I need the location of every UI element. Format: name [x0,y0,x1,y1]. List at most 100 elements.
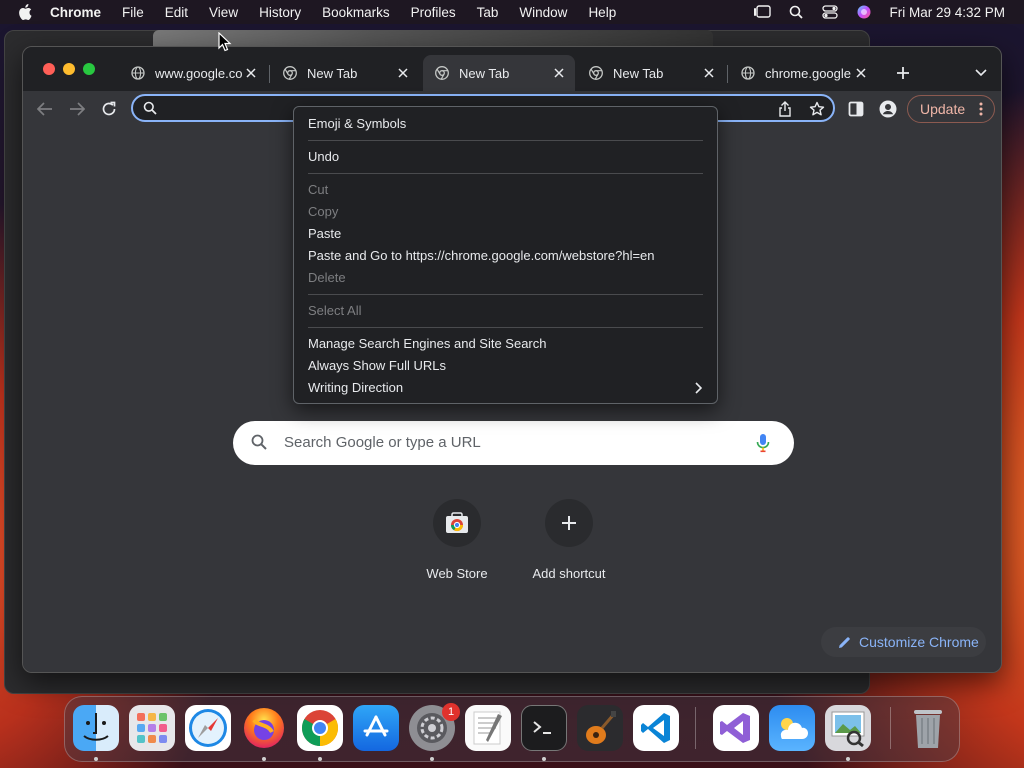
menu-tab[interactable]: Tab [477,5,499,20]
menubar-clock[interactable]: Fri Mar 29 4:32 PM [889,5,1005,20]
context-menu: Emoji & Symbols Undo Cut Copy Paste Past… [293,106,718,404]
web-store-icon [433,499,481,547]
tab-new-tab-active[interactable]: New Tab [423,55,575,91]
menu-history[interactable]: History [259,5,301,20]
firefox-icon[interactable] [241,705,287,751]
tab-new-tab-3[interactable]: New Tab [577,55,725,91]
tab-title: chrome.google [765,65,851,81]
pencil-icon [837,635,851,649]
dock-separator [890,707,891,749]
apple-icon[interactable] [18,4,34,20]
tab-close-icon[interactable] [551,65,567,81]
window-close-button[interactable] [43,63,55,75]
shortcut-add[interactable]: Add shortcut [513,499,625,581]
forward-arrow-icon[interactable] [67,99,87,119]
customize-chrome-button[interactable]: Customize Chrome [821,627,986,657]
menu-separator [308,294,703,295]
tab-title: New Tab [613,65,664,81]
garageband-guitar-icon[interactable] [577,705,623,751]
chrome-icon [589,66,603,80]
running-indicator [262,757,266,761]
siri-icon[interactable] [855,4,873,20]
menu-item-copy[interactable]: Copy [294,201,717,223]
search-icon [251,434,269,452]
preview-icon[interactable] [825,705,871,751]
back-arrow-icon[interactable] [35,99,55,119]
ntp-search-box[interactable]: Search Google or type a URL [233,421,794,465]
weather-icon[interactable] [769,705,815,751]
visual-studio-icon[interactable] [713,705,759,751]
menu-item-paste-and-go[interactable]: Paste and Go to https://chrome.google.co… [294,245,717,267]
tab-close-icon[interactable] [853,65,869,81]
menu-bookmarks[interactable]: Bookmarks [322,5,390,20]
menu-profiles[interactable]: Profiles [411,5,456,20]
menu-item-emoji-symbols[interactable]: Emoji & Symbols [294,113,717,135]
share-icon[interactable] [777,101,793,117]
menu-item-paste[interactable]: Paste [294,223,717,245]
window-minimize-button[interactable] [63,63,75,75]
new-tab-button[interactable] [893,63,913,83]
stage-manager-icon[interactable] [753,4,772,20]
chrome-icon [283,66,297,80]
update-button[interactable]: Update [907,95,995,123]
terminal-icon[interactable] [521,705,567,751]
voice-search-mic-icon[interactable] [756,433,774,453]
running-indicator [318,757,322,761]
ntp-search-placeholder: Search Google or type a URL [284,434,481,451]
tab-strip: www.google.co New Tab New Tab New Tab ch… [23,47,1001,91]
tab-search-chevron-down-icon[interactable] [973,65,989,81]
bookmark-star-icon[interactable] [809,101,825,117]
tab-new-tab-1[interactable]: New Tab [271,55,419,91]
running-indicator [430,757,434,761]
mouse-cursor-icon [218,31,232,52]
app-store-icon[interactable] [353,705,399,751]
side-panel-icon[interactable] [847,100,865,118]
menu-item-undo[interactable]: Undo [294,146,717,168]
menu-app-name[interactable]: Chrome [50,5,101,20]
menu-separator [308,173,703,174]
trash-icon[interactable] [905,705,951,751]
visual-studio-code-icon[interactable] [633,705,679,751]
chevron-right-icon [695,382,705,394]
tab-chrome-webstore[interactable]: chrome.google [729,55,877,91]
globe-icon [741,66,755,80]
tab-close-icon[interactable] [701,65,717,81]
spotlight-search-icon[interactable] [787,4,805,20]
menu-item-manage-search-engines[interactable]: Manage Search Engines and Site Search [294,333,717,355]
tab-title: New Tab [307,65,358,81]
textedit-icon[interactable] [465,705,511,751]
customize-label: Customize Chrome [859,634,979,650]
menu-file[interactable]: File [122,5,144,20]
more-vert-icon[interactable] [974,101,988,117]
tab-title: New Tab [459,65,510,81]
menu-item-select-all[interactable]: Select All [294,300,717,322]
finder-icon[interactable] [73,705,119,751]
shortcut-web-store[interactable]: Web Store [401,499,513,581]
profile-avatar-icon[interactable] [879,100,897,118]
menu-item-cut[interactable]: Cut [294,179,717,201]
shortcut-label: Web Store [426,566,488,581]
window-zoom-button[interactable] [83,63,95,75]
menu-edit[interactable]: Edit [165,5,188,20]
chrome-icon [435,66,449,80]
menu-window[interactable]: Window [519,5,567,20]
menu-bar: Chrome File Edit View History Bookmarks … [0,0,1024,24]
menu-item-always-show-full-urls[interactable]: Always Show Full URLs [294,355,717,377]
notification-badge: 1 [442,703,460,721]
google-chrome-icon[interactable] [297,705,343,751]
menu-item-delete[interactable]: Delete [294,267,717,289]
plus-icon [545,499,593,547]
search-icon [143,101,157,115]
menu-item-writing-direction[interactable]: Writing Direction [294,377,717,399]
menu-help[interactable]: Help [588,5,616,20]
tab-title: www.google.co [155,65,243,81]
launchpad-icon[interactable] [129,705,175,751]
menu-view[interactable]: View [209,5,238,20]
tab-google[interactable]: www.google.co [119,55,267,91]
reload-icon[interactable] [99,99,119,119]
tab-close-icon[interactable] [243,65,259,81]
tab-close-icon[interactable] [395,65,411,81]
safari-icon[interactable] [185,705,231,751]
menu-item-label: Writing Direction [308,380,404,395]
control-center-icon[interactable] [821,4,839,20]
